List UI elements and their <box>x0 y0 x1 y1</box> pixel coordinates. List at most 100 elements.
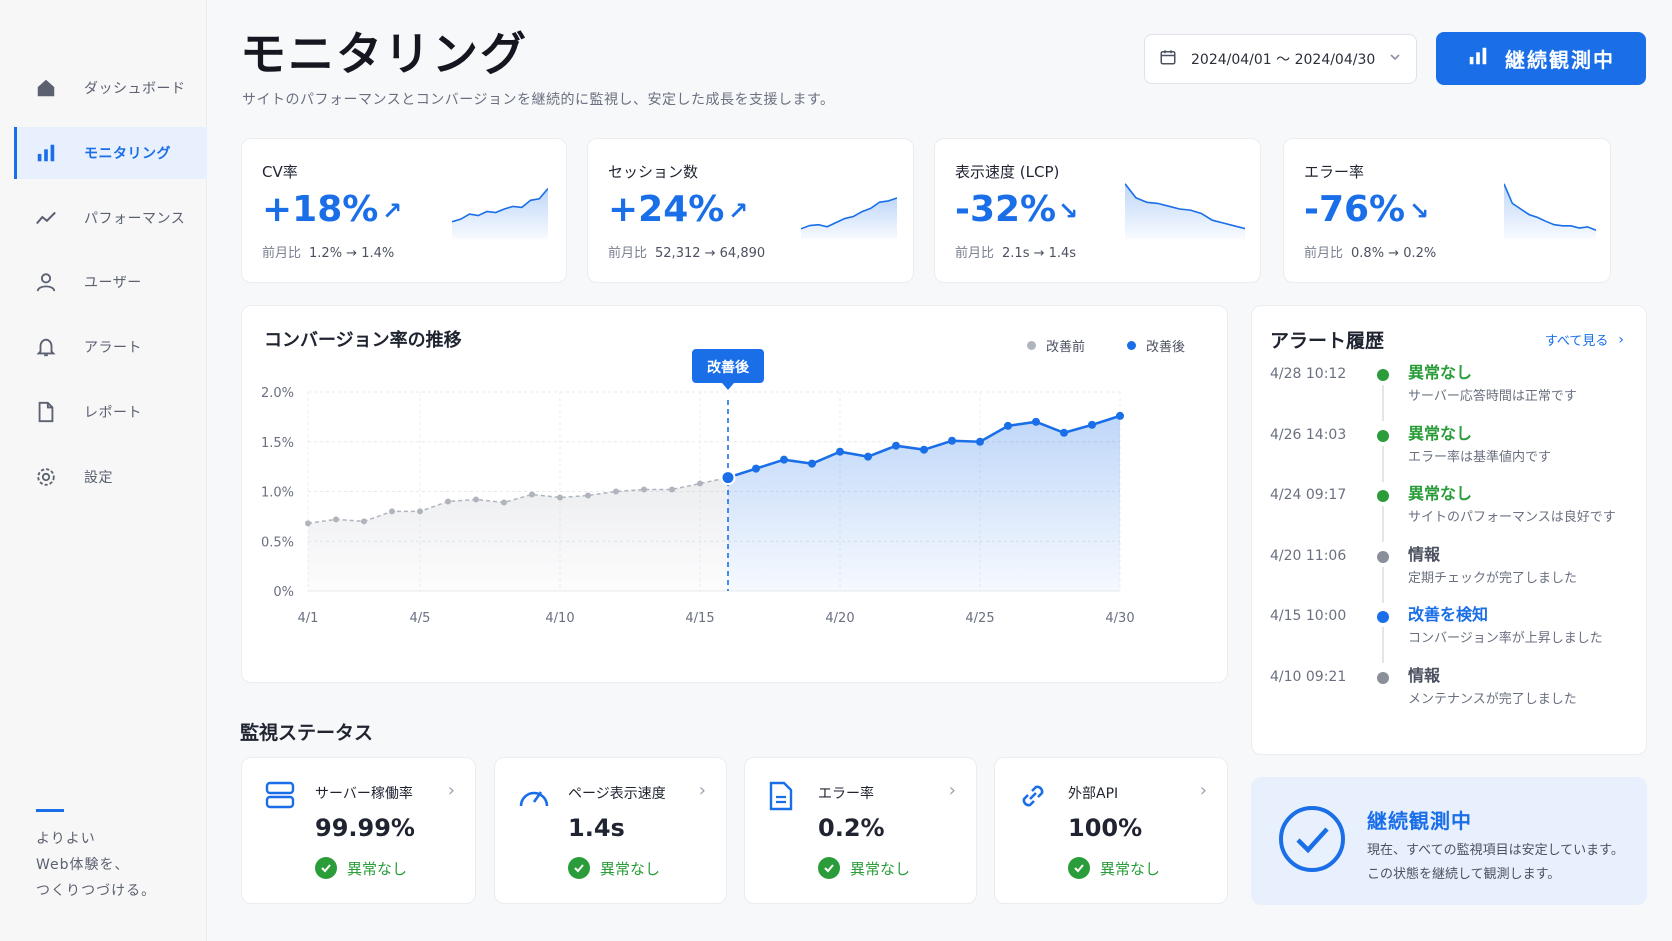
sidebar-item-label: ユーザー <box>84 275 142 291</box>
sidebar-item-dashboard[interactable]: ダッシュボード <box>14 62 207 114</box>
sidebar-item-label: パフォーマンス <box>84 211 186 227</box>
alert-item[interactable]: 4/28 10:12 異常なし サーバー応答時間は正常です <box>1252 359 1646 421</box>
trend-up-icon: ↗ <box>728 197 749 225</box>
status-label: サーバー稼働率 <box>315 786 413 802</box>
sidebar-item-users[interactable]: ユーザー <box>14 256 207 308</box>
data-point[interactable] <box>864 452 872 461</box>
view-all-link[interactable]: すべて見る › <box>1545 330 1624 350</box>
status-card-page-speed[interactable]: ページ表示速度 › 1.4s 異常なし <box>494 757 727 904</box>
chevron-down-icon <box>1389 51 1401 67</box>
sidebar-item-label: モニタリング <box>84 146 171 162</box>
data-point[interactable] <box>669 486 675 493</box>
data-point[interactable] <box>948 436 956 445</box>
data-point[interactable] <box>1116 411 1124 420</box>
data-point[interactable] <box>473 496 479 503</box>
sidebar-item-label: レポート <box>84 405 142 421</box>
alert-item[interactable]: 4/24 09:17 異常なし サイトのパフォーマンスは良好です <box>1252 480 1646 542</box>
alert-description: コンバージョン率が上昇しました <box>1408 631 1603 646</box>
status-value: 0.2% <box>818 814 885 842</box>
status-card-external-api[interactable]: 外部API › 100% 異常なし <box>994 757 1228 904</box>
data-point[interactable] <box>752 464 760 473</box>
sidebar-item-label: ダッシュボード <box>84 81 186 97</box>
y-tick-label: 0% <box>273 585 294 600</box>
sidebar-item-reports[interactable]: レポート <box>14 386 207 438</box>
file-icon <box>767 780 795 816</box>
data-point[interactable] <box>976 437 984 446</box>
sparkline-area <box>1504 183 1596 239</box>
data-point[interactable] <box>920 445 928 454</box>
calendar-icon <box>1159 48 1177 70</box>
status-card-error-rate[interactable]: エラー率 › 0.2% 異常なし <box>744 757 977 904</box>
date-range-picker[interactable]: 2024/04/01 〜 2024/04/30 <box>1144 34 1417 84</box>
data-point[interactable] <box>305 520 311 527</box>
chevron-right-icon: › <box>948 780 956 801</box>
alert-item[interactable]: 4/26 14:03 異常なし エラー率は基準値内です <box>1252 420 1646 482</box>
alert-item[interactable]: 4/15 10:00 改善を検知 コンバージョン率が上昇しました <box>1252 601 1646 663</box>
x-tick-label: 4/25 <box>965 611 994 626</box>
sidebar-item-label: 設定 <box>84 470 113 486</box>
data-point[interactable] <box>417 508 423 515</box>
sidebar-item-alerts[interactable]: アラート <box>14 321 207 373</box>
alert-item[interactable]: 4/10 09:21 情報 メンテナンスが完了しました <box>1252 662 1646 722</box>
data-point[interactable] <box>557 494 563 501</box>
timeline-line <box>1382 566 1384 603</box>
alert-name: 異常なし <box>1408 484 1473 503</box>
banner-title: 継続観測中 <box>1367 809 1472 833</box>
data-point[interactable] <box>501 499 507 506</box>
data-point[interactable] <box>836 447 844 456</box>
data-point[interactable] <box>389 508 395 515</box>
annotation-point[interactable] <box>720 470 736 486</box>
kpi-compare: 前月比 2.1s → 1.4s <box>955 246 1077 261</box>
data-point[interactable] <box>529 491 535 498</box>
status-card-server-uptime[interactable]: サーバー稼働率 › 99.99% 異常なし <box>241 757 476 904</box>
kpi-sparkline <box>801 197 897 239</box>
data-point[interactable] <box>333 516 339 523</box>
kpi-compare: 前月比 52,312 → 64,890 <box>608 246 766 261</box>
alert-time: 4/10 09:21 <box>1270 668 1347 685</box>
data-point[interactable] <box>1088 420 1096 429</box>
status-badge: 異常なし <box>1068 857 1160 879</box>
data-point[interactable] <box>1060 428 1068 437</box>
kpi-value: +24% <box>608 189 725 230</box>
sidebar-item-monitoring[interactable]: モニタリング <box>14 127 207 179</box>
timeline-line <box>1382 627 1384 663</box>
alert-time: 4/28 10:12 <box>1270 366 1347 382</box>
data-point[interactable] <box>780 455 788 464</box>
gauge-icon <box>517 780 551 814</box>
kpi-label: エラー率 <box>1304 163 1365 181</box>
check-circle-icon <box>1068 857 1090 879</box>
kpi-card-lcp[interactable]: 表示速度 (LCP) -32% ↘ 前月比 2.1s → 1.4s <box>934 138 1261 283</box>
gear-icon <box>34 465 58 489</box>
data-point[interactable] <box>892 441 900 450</box>
sidebar-item-settings[interactable]: 設定 <box>14 451 207 503</box>
sidebar-item-performance[interactable]: パフォーマンス <box>14 192 207 244</box>
kpi-card-error-rate[interactable]: エラー率 -76% ↘ 前月比 0.8% → 0.2% <box>1283 138 1611 283</box>
data-point[interactable] <box>641 486 647 493</box>
status-badge: 異常なし <box>568 857 660 879</box>
data-point[interactable] <box>808 459 816 468</box>
kpi-compare: 前月比 1.2% → 1.4% <box>262 246 395 261</box>
data-point[interactable] <box>445 498 451 505</box>
data-point[interactable] <box>613 488 619 495</box>
status-value: 1.4s <box>568 814 625 842</box>
data-point[interactable] <box>1004 421 1012 430</box>
sidebar-item-label: アラート <box>84 340 142 356</box>
status-value: 99.99% <box>315 814 415 842</box>
alert-description: エラー率は基準値内です <box>1408 449 1552 465</box>
sidebar-tagline: よりよい Web体験を、 つくりつづける。 <box>36 831 157 899</box>
continuous-monitoring-button[interactable]: 継続観測中 <box>1436 32 1646 85</box>
kpi-card-cv-rate[interactable]: CV率 +18% ↗ 前月比 1.2% → 1.4% <box>241 138 567 283</box>
trend-icon <box>34 206 58 230</box>
bell-icon <box>34 335 58 359</box>
alert-item[interactable]: 4/20 11:06 情報 定期チェックが完了しました <box>1252 541 1646 603</box>
alert-history-title: アラート履歴 <box>1270 330 1385 352</box>
home-icon <box>34 76 58 100</box>
data-point[interactable] <box>585 492 591 499</box>
data-point[interactable] <box>697 480 703 487</box>
kpi-card-sessions[interactable]: セッション数 +24% ↗ 前月比 52,312 → 64,890 <box>587 138 914 283</box>
link-icon <box>1017 780 1049 816</box>
alert-name: 改善を検知 <box>1408 605 1489 624</box>
chevron-right-icon: › <box>698 780 706 801</box>
data-point[interactable] <box>361 518 367 525</box>
data-point[interactable] <box>1032 417 1040 426</box>
